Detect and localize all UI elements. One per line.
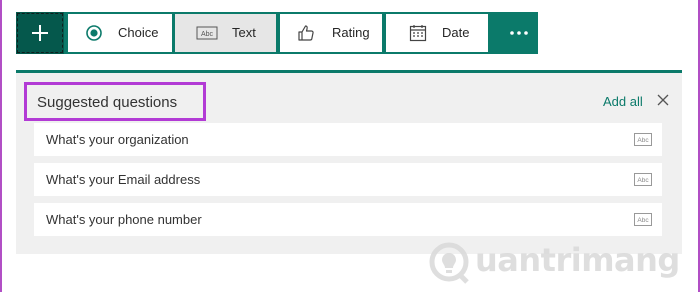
suggested-questions-panel: Suggested questions Add all What's your … [16,70,682,254]
svg-text:Abc: Abc [637,177,649,184]
text-abc-icon: Abc [634,173,652,186]
ellipsis-icon [510,31,528,35]
plus-icon [32,25,48,41]
svg-text:Abc: Abc [637,137,649,144]
add-all-link[interactable]: Add all [603,94,643,110]
watermark: uantrimang [427,240,689,284]
date-label: Date [442,25,470,40]
suggestion-row[interactable]: What's your Email address Abc [34,163,662,196]
thumbs-up-icon [298,25,314,41]
panel-title: Suggested questions [37,94,178,111]
text-label: Text [232,25,256,40]
svg-text:Abc: Abc [201,31,214,38]
choice-type-button[interactable]: Choice [68,14,172,52]
calendar-icon [409,25,427,42]
question-type-toolbar: Choice Abc Text Rating Date [16,12,538,54]
text-abc-icon: Abc [634,133,652,146]
text-abc-icon: Abc [196,26,218,40]
choice-label: Choice [118,25,159,40]
text-abc-icon: Abc [634,213,652,226]
text-type-button[interactable]: Abc Text [175,14,276,52]
rating-type-button[interactable]: Rating [280,14,382,52]
radio-button-icon [86,25,102,41]
lightbulb-logo-icon [429,242,469,284]
suggestion-label: What's your Email address [46,172,201,187]
rating-label: Rating [332,25,370,40]
suggestion-label: What's your phone number [46,212,202,227]
suggestion-row[interactable]: What's your phone number Abc [34,203,662,236]
suggestion-row[interactable]: What's your organization Abc [34,123,662,156]
watermark-text: uantrimang [475,241,680,279]
close-icon[interactable] [656,93,670,107]
suggestion-label: What's your organization [46,132,189,147]
more-options-button[interactable] [500,12,538,54]
svg-text:Abc: Abc [637,217,649,224]
add-question-button[interactable] [16,12,64,54]
date-type-button[interactable]: Date [386,14,488,52]
